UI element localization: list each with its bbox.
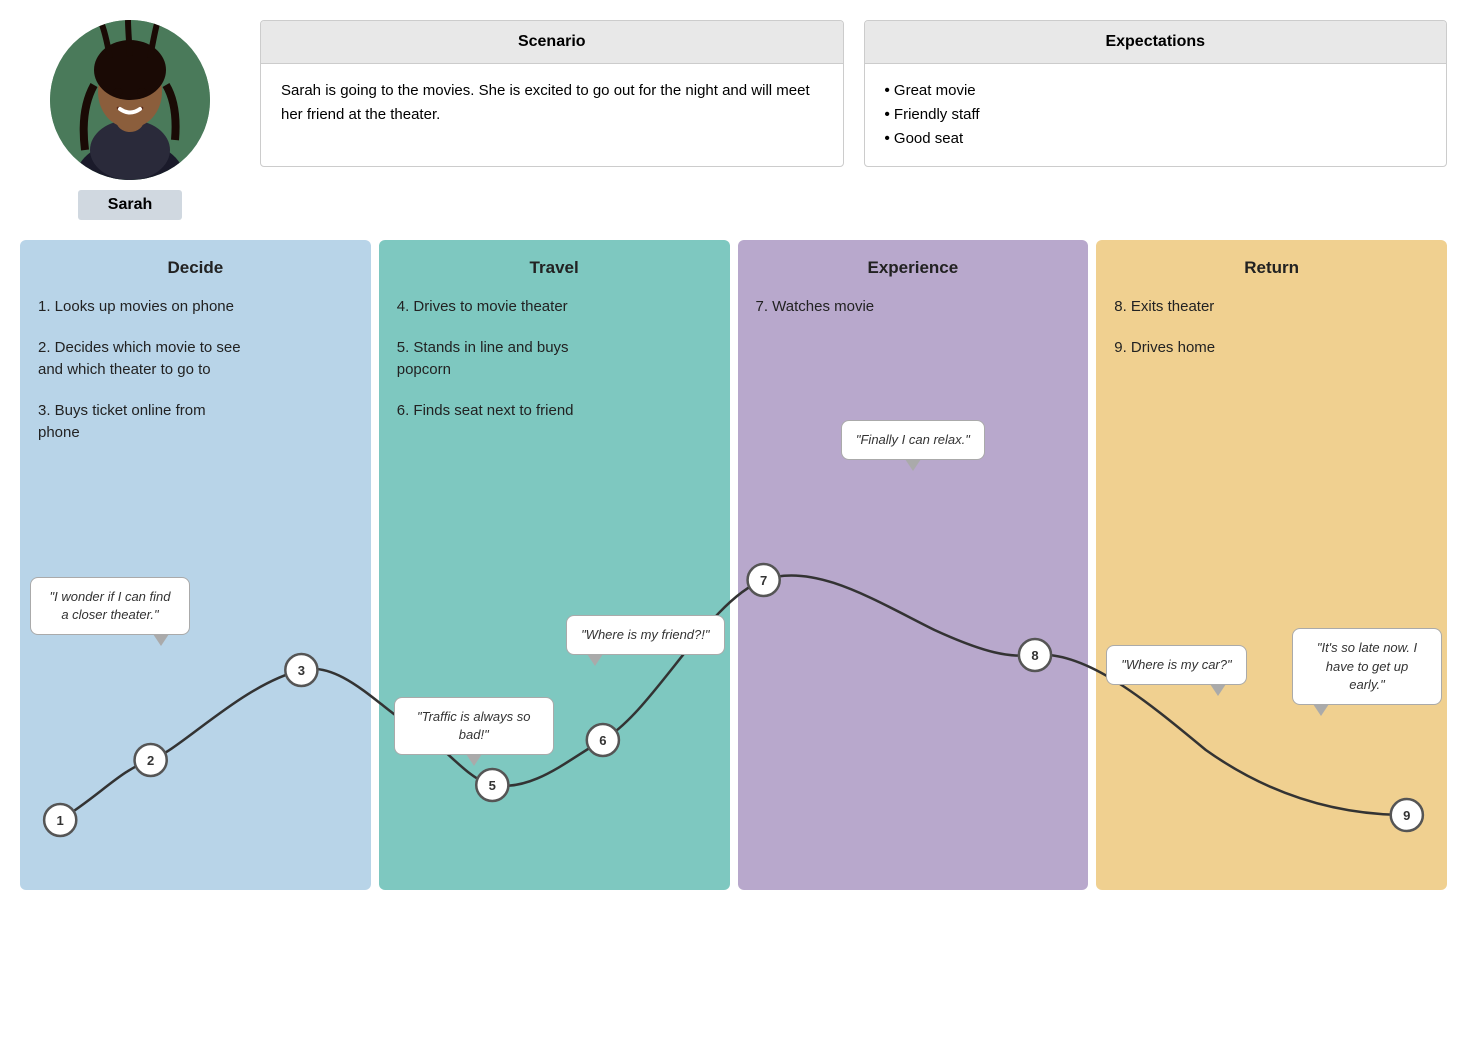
expectations-list: Great movieFriendly staffGood seat: [885, 79, 1427, 151]
bubble-relax: "Finally I can relax.": [841, 420, 985, 460]
top-section: Sarah Scenario Sarah is going to the mov…: [20, 20, 1447, 220]
expectation-item: Good seat: [885, 127, 1427, 151]
expectations-card: Expectations Great movieFriendly staffGo…: [864, 20, 1448, 167]
expectations-header: Expectations: [865, 21, 1447, 64]
journey-map: Decide 1. Looks up movies on phone 2. De…: [20, 240, 1447, 890]
scenario-card: Scenario Sarah is going to the movies. S…: [260, 20, 844, 167]
expectation-item: Friendly staff: [885, 103, 1427, 127]
bubble-traffic: "Traffic is always so bad!": [394, 697, 554, 755]
scenario-body: Sarah is going to the movies. She is exc…: [261, 64, 843, 142]
avatar: [50, 20, 210, 180]
expectation-item: Great movie: [885, 79, 1427, 103]
info-cards: Scenario Sarah is going to the movies. S…: [260, 20, 1447, 167]
step-7: 7. Watches movie: [756, 296, 1071, 319]
bubble-car: "Where is my car?": [1106, 645, 1246, 685]
bubble-closer-theater: "I wonder if I can find a closer theater…: [30, 577, 190, 635]
phase-return-header: Return: [1114, 258, 1429, 278]
phase-travel: Travel 4. Drives to movie theater 5. Sta…: [379, 240, 730, 890]
step-4: 4. Drives to movie theater: [397, 296, 712, 319]
phase-decide: Decide 1. Looks up movies on phone 2. De…: [20, 240, 371, 890]
scenario-header: Scenario: [261, 21, 843, 64]
persona-card: Sarah: [20, 20, 240, 220]
step-5: 5. Stands in line and buyspopcorn: [397, 337, 712, 382]
persona-name: Sarah: [78, 190, 182, 220]
step-3: 3. Buys ticket online fromphone: [38, 400, 353, 445]
step-8: 8. Exits theater: [1114, 296, 1429, 319]
expectations-body: Great movieFriendly staffGood seat: [865, 64, 1447, 166]
phase-decide-header: Decide: [38, 258, 353, 278]
step-6: 6. Finds seat next to friend: [397, 400, 712, 423]
step-9: 9. Drives home: [1114, 337, 1429, 360]
bubble-friend: "Where is my friend?!": [566, 615, 724, 655]
bubble-late: "It's so late now. I have to get up earl…: [1292, 628, 1442, 705]
phase-experience-header: Experience: [756, 258, 1071, 278]
step-2: 2. Decides which movie to seeand which t…: [38, 337, 353, 382]
step-1: 1. Looks up movies on phone: [38, 296, 353, 319]
phase-experience: Experience 7. Watches movie "Finally I c…: [738, 240, 1089, 890]
phase-travel-header: Travel: [397, 258, 712, 278]
phase-return: Return 8. Exits theater 9. Drives home "…: [1096, 240, 1447, 890]
